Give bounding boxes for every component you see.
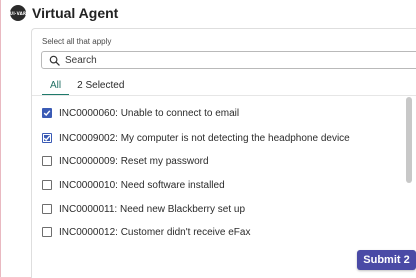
list-item[interactable]: INC0000010: Need software installed	[42, 177, 402, 193]
checkbox-unchecked[interactable]	[42, 180, 52, 190]
list-item-label: INC0000009: Reset my password	[59, 155, 209, 167]
options-list: INC0000060: Unable to connect to email I…	[32, 97, 404, 275]
list-item[interactable]: INC0000009: Reset my password	[42, 153, 402, 169]
multi-select-panel: Select all that apply All 2 Selected INC…	[31, 28, 416, 278]
list-item[interactable]: INC0009002: My computer is not detecting…	[42, 130, 402, 146]
list-scrollbar[interactable]	[406, 97, 412, 183]
list-item-label: INC0000011: Need new Blackberry set up	[59, 203, 246, 215]
checkbox-checked[interactable]	[42, 133, 52, 143]
search-input[interactable]	[62, 54, 405, 66]
list-item-label: INC0000012: Customer didn't receive eFax	[59, 226, 251, 238]
header: UI·VAR Virtual Agent	[10, 3, 118, 23]
list-item-label: INC0000010: Need software installed	[59, 179, 225, 191]
tabs-divider	[32, 95, 416, 96]
submit-button[interactable]: Submit 2	[357, 250, 416, 270]
tab-selected[interactable]: 2 Selected	[69, 77, 132, 94]
list-item[interactable]: INC0000060: Unable to connect to email	[42, 105, 402, 121]
instruction-text: Select all that apply	[42, 37, 112, 46]
checkbox-unchecked[interactable]	[42, 204, 52, 214]
checkbox-checked[interactable]	[42, 108, 52, 118]
virtual-agent-window: UI·VAR Virtual Agent Select all that app…	[0, 0, 416, 278]
window-title: Virtual Agent	[32, 5, 119, 21]
tab-all[interactable]: All	[42, 77, 70, 96]
list-item-label: INC0000060: Unable to connect to email	[59, 107, 240, 119]
list-item[interactable]: INC0000011: Need new Blackberry set up	[42, 201, 402, 217]
virtual-agent-avatar: UI·VAR	[10, 5, 26, 21]
list-item-label: INC0009002: My computer is not detecting…	[59, 132, 350, 144]
tabs: All 2 Selected	[42, 77, 132, 96]
search-icon	[46, 52, 62, 68]
check-icon	[43, 110, 51, 117]
checkbox-unchecked[interactable]	[42, 156, 52, 166]
check-icon	[43, 135, 51, 142]
search-box[interactable]	[41, 51, 416, 69]
checkbox-unchecked[interactable]	[42, 227, 52, 237]
list-item[interactable]: INC0000012: Customer didn't receive eFax	[42, 224, 402, 240]
